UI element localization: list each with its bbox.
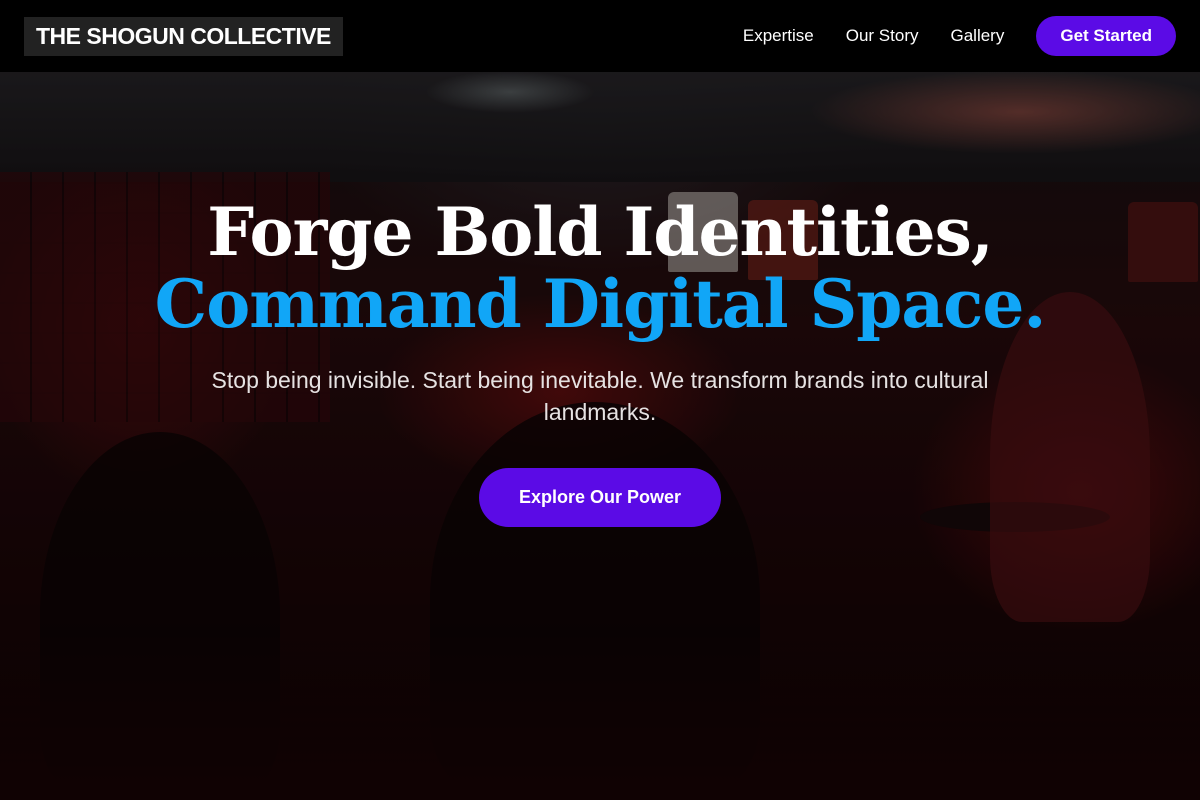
top-nav: THE SHOGUN COLLECTIVE Expertise Our Stor… bbox=[0, 0, 1200, 72]
nav-link-gallery[interactable]: Gallery bbox=[951, 26, 1005, 46]
hero-headline-line1: Forge Bold Identities, bbox=[207, 193, 993, 271]
nav-link-expertise[interactable]: Expertise bbox=[743, 26, 814, 46]
nav-link-our-story[interactable]: Our Story bbox=[846, 26, 919, 46]
hero-content: Forge Bold Identities, Command Digital S… bbox=[0, 196, 1200, 527]
get-started-button[interactable]: Get Started bbox=[1036, 16, 1176, 56]
hero-subtitle: Stop being invisible. Start being inevit… bbox=[211, 367, 989, 425]
brand-logo[interactable]: THE SHOGUN COLLECTIVE bbox=[24, 16, 343, 56]
hero-headline-line2: Command Digital Space. bbox=[154, 265, 1047, 343]
explore-our-power-button[interactable]: Explore Our Power bbox=[478, 468, 722, 527]
hero-headline: Forge Bold Identities, Command Digital S… bbox=[0, 196, 1200, 340]
nav-links: Expertise Our Story Gallery Get Started bbox=[711, 16, 1176, 56]
